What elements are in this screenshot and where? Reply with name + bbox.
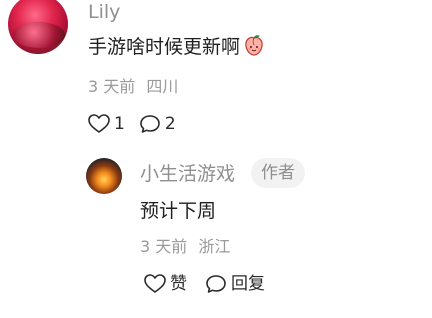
comment-actions: 1 2 <box>88 112 190 136</box>
like-button[interactable]: 1 <box>88 113 125 135</box>
reply-like-button[interactable]: 赞 <box>144 273 187 295</box>
comment-item: Lily 手游啥时候更新啊 3 天前 四川 1 2 <box>0 0 432 150</box>
heart-icon <box>88 114 110 134</box>
reply-time: 3 天前 <box>140 237 188 256</box>
reply-button[interactable]: 回复 <box>205 273 265 295</box>
reply-count-button[interactable]: 2 <box>139 113 176 135</box>
like-count: 1 <box>114 114 125 134</box>
reply-item: 小生活游戏 作者 预计下周 3 天前 浙江 赞 回复 <box>0 150 432 318</box>
comment-bubble-icon <box>205 274 227 294</box>
comment-bubble-icon <box>139 114 161 134</box>
comment-time: 3 天前 <box>88 77 136 96</box>
heart-icon <box>144 274 166 294</box>
comment-meta: 3 天前 四川 <box>88 76 178 98</box>
peach-face-icon <box>242 34 266 58</box>
comment-user-name[interactable]: Lily <box>88 0 120 24</box>
avatar[interactable] <box>8 0 68 54</box>
reply-count: 2 <box>164 114 176 134</box>
reply-avatar[interactable] <box>86 158 122 194</box>
reply-label: 回复 <box>231 274 265 294</box>
comment-text-content: 手游啥时候更新啊 <box>88 36 241 58</box>
comment-text: 手游啥时候更新啊 <box>88 34 266 60</box>
author-badge: 作者 <box>251 158 305 188</box>
reply-user-name[interactable]: 小生活游戏 <box>140 162 235 186</box>
reply-like-label: 赞 <box>170 274 187 294</box>
comment-location: 四川 <box>146 77 179 96</box>
reply-location: 浙江 <box>198 237 231 256</box>
reply-text: 预计下周 <box>140 200 217 222</box>
reply-actions: 赞 回复 <box>144 272 283 296</box>
reply-meta: 3 天前 浙江 <box>140 236 230 258</box>
